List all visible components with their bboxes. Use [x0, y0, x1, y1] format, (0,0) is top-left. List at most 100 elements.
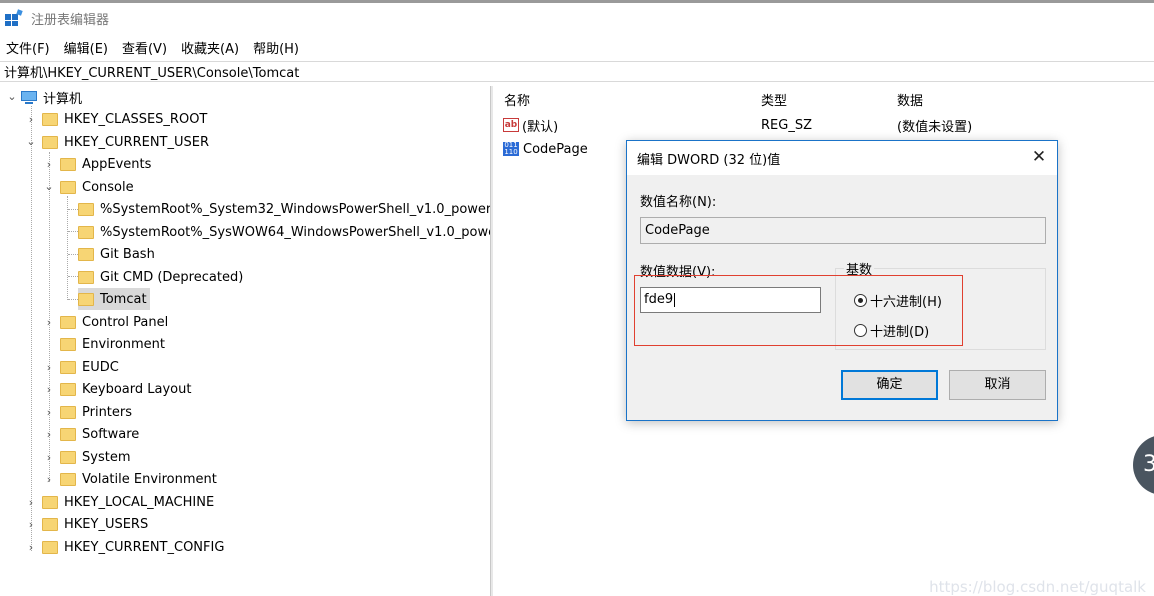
tree-item-environment[interactable]: Environment	[60, 333, 165, 355]
tree-label: Tomcat	[100, 291, 147, 307]
tree-item-git-cmd[interactable]: Git CMD (Deprecated)	[78, 266, 243, 288]
tree-label: Environment	[82, 336, 166, 352]
tree-label: Control Panel	[82, 314, 169, 330]
value-type: REG_SZ	[761, 117, 812, 133]
tree-label: %SystemRoot%_SysWOW64_WindowsPowerShell_…	[100, 224, 490, 240]
address-text[interactable]: 计算机\HKEY_CURRENT_USER\Console\Tomcat	[4, 62, 299, 81]
column-header-name[interactable]: 名称	[504, 90, 530, 109]
folder-icon	[60, 337, 76, 351]
dialog-title: 编辑 DWORD (32 位)值	[637, 152, 781, 168]
expand-icon[interactable]: ›	[25, 542, 37, 554]
tree-item-volatile-environment[interactable]: Volatile Environment	[60, 468, 217, 490]
expand-icon[interactable]: ›	[43, 159, 55, 171]
folder-icon	[42, 495, 58, 509]
collapse-icon[interactable]: ⌄	[25, 136, 37, 148]
dialog-title-bar[interactable]: 编辑 DWORD (32 位)值 ✕	[627, 141, 1057, 175]
folder-icon	[60, 450, 76, 464]
string-value-icon: ab	[503, 118, 519, 132]
ok-button[interactable]: 确定	[841, 370, 938, 400]
menu-help[interactable]: 帮助(H)	[247, 38, 307, 57]
tree-label: Software	[82, 426, 140, 442]
pane-splitter[interactable]	[490, 86, 493, 596]
tree-item-powershell-system32[interactable]: %SystemRoot%_System32_WindowsPowerShell_…	[78, 198, 490, 220]
tree-item-powershell-syswow64[interactable]: %SystemRoot%_SysWOW64_WindowsPowerShell_…	[78, 221, 490, 243]
tree-label: HKEY_CLASSES_ROOT	[64, 111, 208, 127]
tree-item-control-panel[interactable]: Control Panel	[60, 311, 168, 333]
menu-file[interactable]: 文件(F)	[0, 38, 58, 57]
folder-icon	[60, 157, 76, 171]
collapse-icon[interactable]: ⌄	[6, 91, 18, 103]
column-header-data[interactable]: 数据	[897, 90, 923, 109]
tree-item-hkcr[interactable]: HKEY_CLASSES_ROOT	[42, 108, 207, 130]
tree-label: Console	[82, 179, 134, 195]
regedit-icon	[5, 9, 23, 26]
menu-favorites[interactable]: 收藏夹(A)	[175, 38, 247, 57]
folder-icon	[60, 315, 76, 329]
folder-icon	[78, 292, 94, 306]
value-name-text: CodePage	[645, 223, 710, 238]
folder-icon	[60, 427, 76, 441]
tree-item-hku[interactable]: HKEY_USERS	[42, 513, 148, 535]
folder-icon	[60, 472, 76, 486]
tree-label: Keyboard Layout	[82, 381, 192, 397]
tree-label: Git CMD (Deprecated)	[100, 269, 244, 285]
cancel-button[interactable]: 取消	[949, 370, 1046, 400]
tree-item-computer[interactable]: 计算机	[20, 86, 82, 108]
expand-icon[interactable]: ›	[43, 317, 55, 329]
address-bar[interactable]: 计算机\HKEY_CURRENT_USER\Console\Tomcat	[0, 61, 1154, 82]
value-row-codepage[interactable]: 011 110 CodePage	[503, 138, 588, 160]
tree-item-system[interactable]: System	[60, 446, 130, 468]
tree-label: HKEY_USERS	[64, 516, 149, 532]
expand-icon[interactable]: ›	[43, 474, 55, 486]
folder-icon	[42, 517, 58, 531]
folder-icon	[42, 540, 58, 554]
tree-item-appevents[interactable]: AppEvents	[60, 153, 151, 175]
folder-icon	[60, 382, 76, 396]
value-name: (默认)	[522, 119, 559, 135]
folder-icon	[78, 202, 94, 216]
tree-label: 计算机	[43, 91, 83, 107]
folder-icon	[42, 135, 58, 149]
tree-item-hkcc[interactable]: HKEY_CURRENT_CONFIG	[42, 536, 224, 558]
tree-item-hkcu[interactable]: HKEY_CURRENT_USER	[42, 131, 209, 153]
tree-item-tomcat[interactable]: Tomcat	[78, 288, 150, 310]
value-name-field: CodePage	[640, 217, 1046, 244]
tree-label: EUDC	[82, 359, 119, 375]
expand-icon[interactable]: ›	[25, 519, 37, 531]
expand-icon[interactable]: ›	[43, 429, 55, 441]
side-bubble[interactable]: 3	[1133, 435, 1154, 495]
tree-label: HKEY_CURRENT_USER	[64, 134, 210, 150]
collapse-icon[interactable]: ⌄	[43, 181, 55, 193]
expand-icon[interactable]: ›	[25, 497, 37, 509]
expand-icon[interactable]: ›	[25, 114, 37, 126]
menu-view[interactable]: 查看(V)	[116, 38, 175, 57]
value-data: (数值未设置)	[897, 119, 973, 135]
close-icon[interactable]: ✕	[1029, 147, 1049, 167]
window-title: 注册表编辑器	[31, 12, 110, 28]
folder-icon	[78, 270, 94, 284]
menu-edit[interactable]: 编辑(E)	[58, 38, 116, 57]
tree-item-git-bash[interactable]: Git Bash	[78, 243, 155, 265]
column-header-type[interactable]: 类型	[761, 90, 787, 109]
folder-icon	[60, 180, 76, 194]
tree-label: Printers	[82, 404, 133, 420]
expand-icon[interactable]: ›	[43, 452, 55, 464]
tree-label: Volatile Environment	[82, 471, 217, 487]
tree-item-keyboard-layout[interactable]: Keyboard Layout	[60, 378, 191, 400]
expand-icon[interactable]: ›	[43, 362, 55, 374]
computer-icon	[20, 90, 38, 104]
tree-item-software[interactable]: Software	[60, 423, 139, 445]
tree-item-eudc[interactable]: EUDC	[60, 356, 119, 378]
tree-item-console[interactable]: Console	[60, 176, 134, 198]
expand-icon[interactable]: ›	[43, 384, 55, 396]
expand-icon[interactable]: ›	[43, 407, 55, 419]
folder-icon	[78, 247, 94, 261]
value-row-default[interactable]: ab (默认)	[503, 114, 558, 136]
tree-label: Git Bash	[100, 246, 155, 262]
tree-pane[interactable]: ⌄ 计算机 › HKEY_CLASSES_ROOT ⌄ HKEY_CURRENT…	[0, 86, 490, 596]
binary-value-icon: 011 110	[503, 142, 519, 156]
tree-item-hklm[interactable]: HKEY_LOCAL_MACHINE	[42, 491, 214, 513]
tree-item-printers[interactable]: Printers	[60, 401, 132, 423]
tree-label: %SystemRoot%_System32_WindowsPowerShell_…	[100, 201, 490, 217]
menu-bar: 文件(F) 编辑(E) 查看(V) 收藏夹(A) 帮助(H)	[0, 35, 307, 59]
